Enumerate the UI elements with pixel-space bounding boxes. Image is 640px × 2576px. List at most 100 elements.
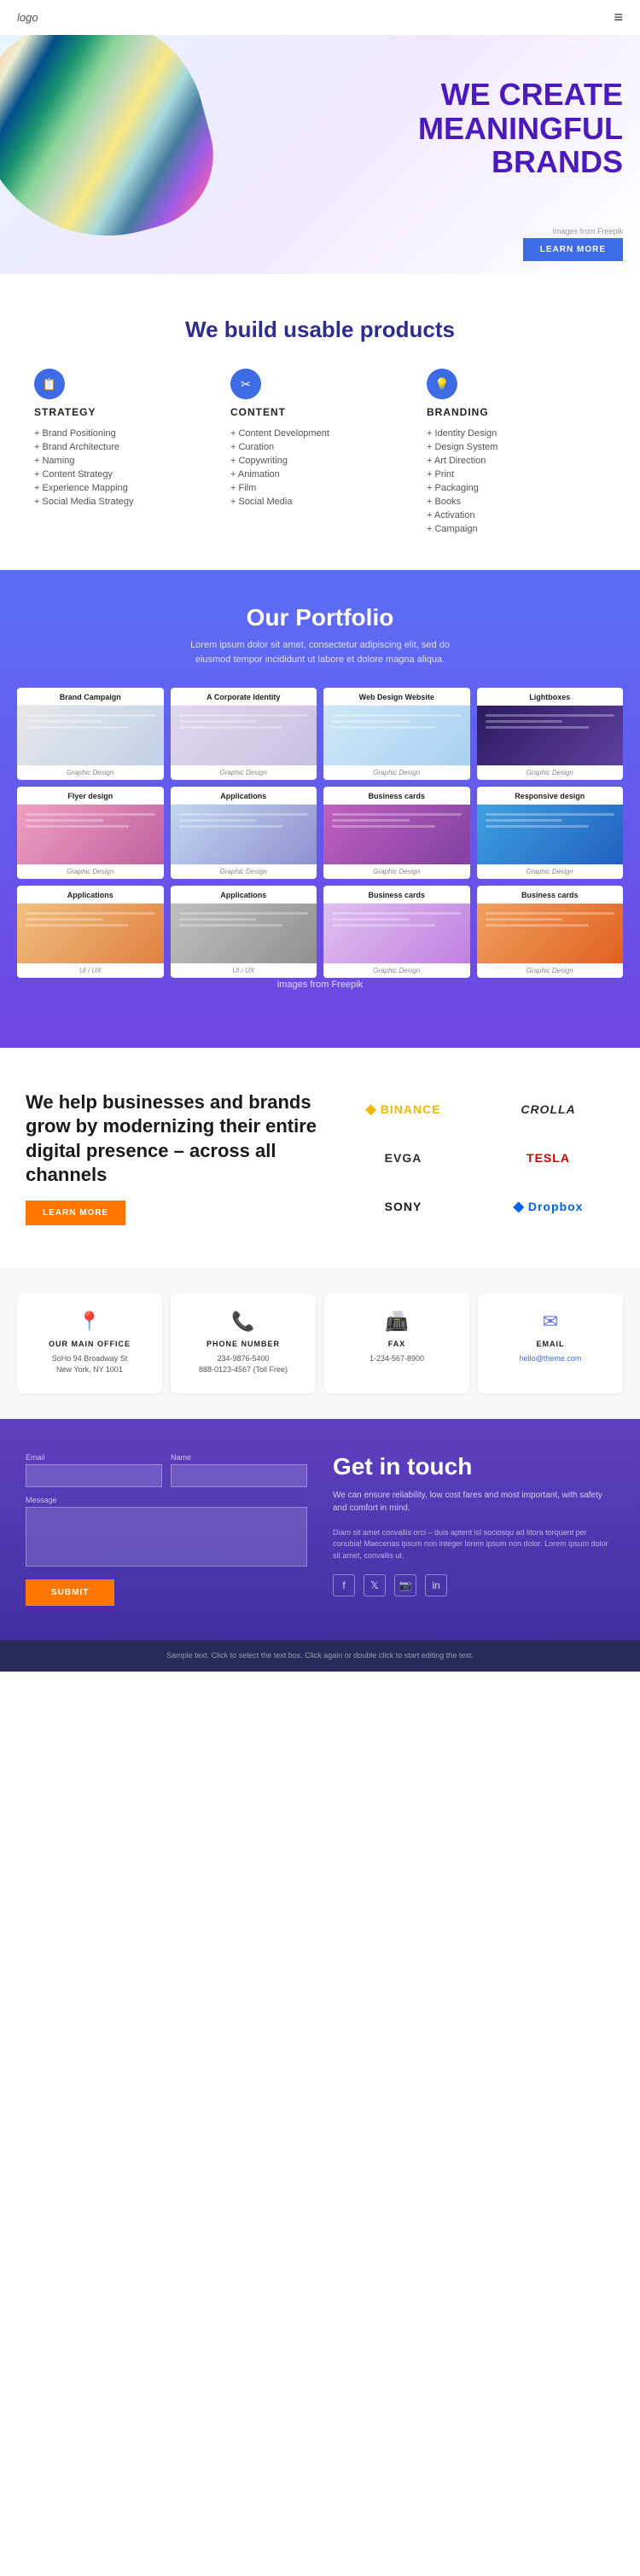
logo-name: CROLLA: [521, 1102, 575, 1116]
card-title: Web Design Website: [323, 688, 470, 706]
card-mockup: [26, 714, 155, 732]
list-item: Identity Design: [427, 427, 606, 440]
card-category: UI / UX: [17, 963, 164, 978]
card-category: UI / UX: [171, 963, 317, 978]
products-section: We build usable products 📋 STRATEGY Bran…: [0, 274, 640, 570]
portfolio-card-brand-campaign[interactable]: Brand Campaign Graphic Design: [17, 688, 164, 780]
strategy-list: Brand PositioningBrand ArchitectureNamin…: [34, 427, 213, 509]
portfolio-card-business-cards3[interactable]: Business cards Graphic Design: [477, 886, 624, 978]
email-input[interactable]: [26, 1464, 162, 1487]
email-label: EMAIL: [486, 1340, 614, 1348]
card-category: Graphic Design: [477, 765, 624, 780]
card-title: Lightboxes: [477, 688, 624, 706]
card-title: Responsive design: [477, 787, 624, 805]
contact-card-office: 📍 OUR MAIN OFFICE SoHo 94 Broadway StNew…: [17, 1294, 162, 1393]
list-item: Brand Architecture: [34, 440, 213, 454]
card-mockup: [179, 912, 309, 930]
logo-symbol: ◆: [365, 1101, 376, 1118]
brands-logos: ◆BINANCECROLLAEVGATESLASONY◆Dropbox: [320, 1090, 614, 1225]
card-category: Graphic Design: [171, 765, 317, 780]
logo-name: EVGA: [385, 1151, 422, 1165]
name-input[interactable]: [171, 1464, 307, 1487]
card-image: [17, 706, 164, 765]
list-item: Curation: [230, 440, 410, 454]
logo: logo: [17, 11, 38, 24]
list-item: Animation: [230, 468, 410, 481]
portfolio-card-responsive-design[interactable]: Responsive design Graphic Design: [477, 787, 624, 879]
portfolio-card-business-cards1[interactable]: Business cards Graphic Design: [323, 787, 470, 879]
card-mockup: [486, 912, 615, 930]
social-icons: f𝕏 📷 in: [333, 1574, 614, 1596]
email-field-group: Email: [26, 1453, 162, 1487]
card-mockup: [332, 813, 462, 831]
portfolio-card-lightboxes[interactable]: Lightboxes Graphic Design: [477, 688, 624, 780]
card-mockup: [332, 912, 462, 930]
list-item: Books: [427, 495, 606, 509]
email-link[interactable]: hello@theme.com: [520, 1354, 582, 1363]
product-col-content: ✂ CONTENT Content DevelopmentCurationCop…: [230, 369, 410, 536]
card-title: Flyer design: [17, 787, 164, 805]
hero-section: WE CREATE MEANINGFUL BRANDS Images from …: [0, 35, 640, 274]
hamburger-menu[interactable]: ≡: [614, 9, 623, 26]
list-item: Design System: [427, 440, 606, 454]
office-label: OUR MAIN OFFICE: [26, 1340, 154, 1348]
card-category: Graphic Design: [323, 864, 470, 879]
brands-learn-more-button[interactable]: LEARN MORE: [26, 1201, 125, 1225]
get-in-touch-heading: Get in touch: [333, 1453, 614, 1480]
card-image: [477, 904, 624, 963]
message-input[interactable]: [26, 1507, 307, 1567]
social-instagram-icon[interactable]: 📷: [394, 1574, 416, 1596]
card-title: Brand Campaign: [17, 688, 164, 706]
branding-heading: BRANDING: [427, 406, 606, 418]
card-title: Applications: [171, 787, 317, 805]
card-title: Applications: [171, 886, 317, 904]
portfolio-card-applications2[interactable]: Applications UI / UX: [17, 886, 164, 978]
social-linkedin-icon[interactable]: in: [425, 1574, 447, 1596]
portfolio-card-corporate-identity[interactable]: A Corporate Identity Graphic Design: [171, 688, 317, 780]
portfolio-card-flyer-design[interactable]: Flyer design Graphic Design: [17, 787, 164, 879]
contact-info-section: 📍 OUR MAIN OFFICE SoHo 94 Broadway StNew…: [0, 1268, 640, 1419]
portfolio-card-applications3[interactable]: Applications UI / UX: [171, 886, 317, 978]
strategy-heading: STRATEGY: [34, 406, 213, 418]
contact-info-side: Get in touch We can ensure reliability, …: [333, 1453, 614, 1606]
list-item: Packaging: [427, 481, 606, 495]
social-twitter-icon[interactable]: 𝕏: [364, 1574, 386, 1596]
header: logo ≡: [0, 0, 640, 35]
card-mockup: [26, 912, 155, 930]
card-category: Graphic Design: [17, 864, 164, 879]
card-image: [477, 805, 624, 864]
portfolio-description: Lorem ipsum dolor sit amet, consectetur …: [175, 638, 465, 666]
logo-symbol: ◆: [514, 1198, 525, 1215]
card-image: [477, 706, 624, 765]
list-item: Social Media: [230, 495, 410, 509]
products-grid: 📋 STRATEGY Brand PositioningBrand Archit…: [34, 369, 606, 536]
get-in-touch-tagline: We can ensure reliability, low cost fare…: [333, 1489, 614, 1515]
portfolio-section: Our Portfolio Lorem ipsum dolor sit amet…: [0, 570, 640, 1048]
card-image: [171, 904, 317, 963]
card-image: [17, 805, 164, 864]
branding-icon: 💡: [427, 369, 457, 399]
list-item: Print: [427, 468, 606, 481]
portfolio-card-applications1[interactable]: Applications Graphic Design: [171, 787, 317, 879]
brand-logo-crolla: CROLLA: [482, 1102, 614, 1116]
phone-icon: 📞: [179, 1311, 307, 1333]
hero-line1: WE CREATE: [441, 77, 623, 112]
card-image: [323, 706, 470, 765]
list-item: Brand Positioning: [34, 427, 213, 440]
portfolio-card-web-design[interactable]: Web Design Website Graphic Design: [323, 688, 470, 780]
email-icon: ✉: [486, 1311, 614, 1333]
email-label: Email: [26, 1453, 162, 1462]
logo-name: Dropbox: [528, 1200, 584, 1213]
products-title: We build usable products: [34, 317, 606, 343]
office-value: SoHo 94 Broadway StNew York, NY 1001: [26, 1353, 154, 1376]
submit-button[interactable]: SUBMIT: [26, 1579, 114, 1606]
card-image: [17, 904, 164, 963]
list-item: Naming: [34, 454, 213, 468]
portfolio-title: Our Portfolio: [17, 604, 623, 631]
portfolio-card-business-cards2[interactable]: Business cards Graphic Design: [323, 886, 470, 978]
social-facebook-icon[interactable]: f: [333, 1574, 355, 1596]
brands-section: We help businesses and brands grow by mo…: [0, 1048, 640, 1268]
hero-learn-more-button[interactable]: LEARN MORE: [523, 238, 623, 261]
list-item: Content Strategy: [34, 468, 213, 481]
hero-line2: MEANINGFUL: [418, 111, 623, 146]
